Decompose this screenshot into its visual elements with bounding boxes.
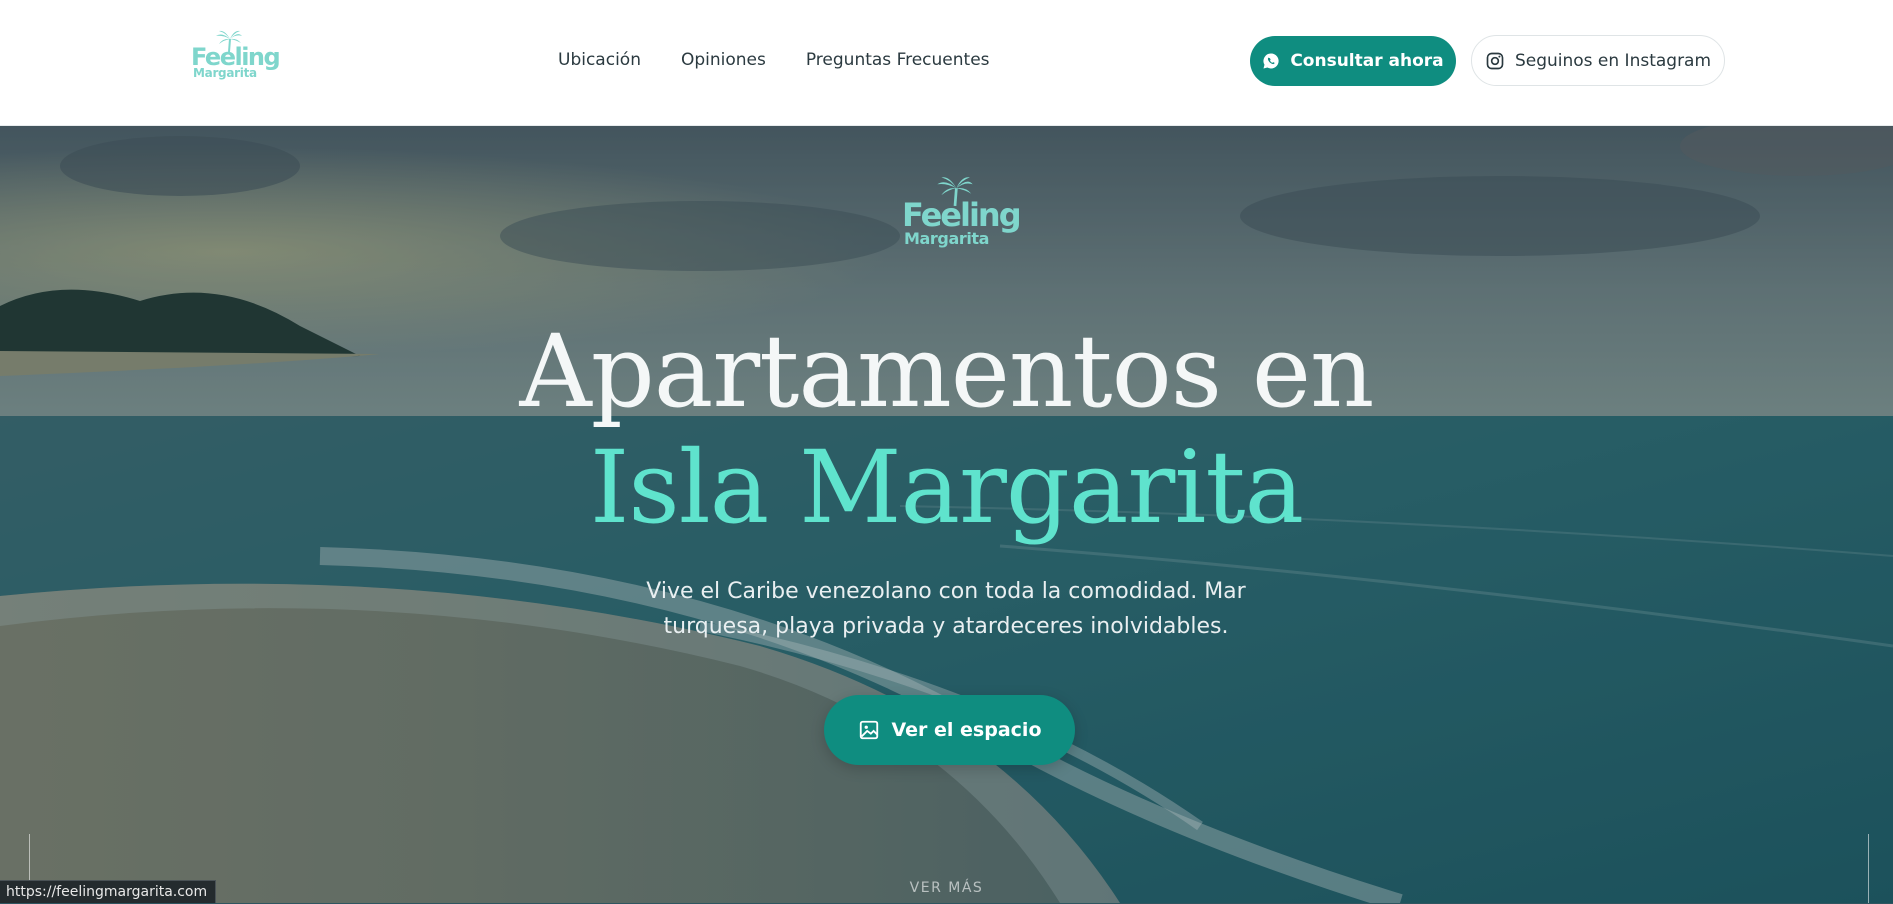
view-space-button[interactable]: Ver el espacio <box>824 695 1075 765</box>
nav-link-faq[interactable]: Preguntas Frecuentes <box>806 50 990 70</box>
instagram-follow-label: Seguinos en Instagram <box>1514 50 1712 71</box>
view-space-label: Ver el espacio <box>891 719 1042 741</box>
nav-link-opiniones[interactable]: Opiniones <box>681 50 766 70</box>
hero-logo: Feeling Margarita <box>900 176 1022 252</box>
instagram-follow-button[interactable]: Seguinos en Instagram <box>1471 35 1725 86</box>
image-icon <box>859 720 878 740</box>
hero-logo-word-margarita: Margarita <box>904 229 990 248</box>
nav-links: Ubicación Opiniones Preguntas Frecuentes <box>558 50 990 70</box>
top-navbar: Feeling Margarita Ubicación Opiniones Pr… <box>0 0 1893 126</box>
hero-title-line1: Apartamentos en <box>519 313 1375 430</box>
whatsapp-icon <box>1263 53 1279 69</box>
hero-section: Feeling Margarita Apartamentos en Isla M… <box>0 126 1893 903</box>
consult-now-label: Consultar ahora <box>1290 51 1444 71</box>
hero-title-line2: Isla Margarita <box>589 429 1304 546</box>
consult-now-button[interactable]: Consultar ahora <box>1250 36 1456 86</box>
nav-link-ubicacion[interactable]: Ubicación <box>558 50 641 70</box>
logo-word-margarita: Margarita <box>193 66 257 80</box>
hero-subtitle: Vive el Caribe venezolano con toda la co… <box>646 579 1246 639</box>
instagram-icon <box>1486 52 1504 69</box>
brand-logo[interactable]: Feeling Margarita <box>189 30 281 82</box>
browser-status-url: https://feelingmargarita.com <box>0 880 217 903</box>
scroll-more-link[interactable]: VER MÁS <box>0 880 1893 896</box>
